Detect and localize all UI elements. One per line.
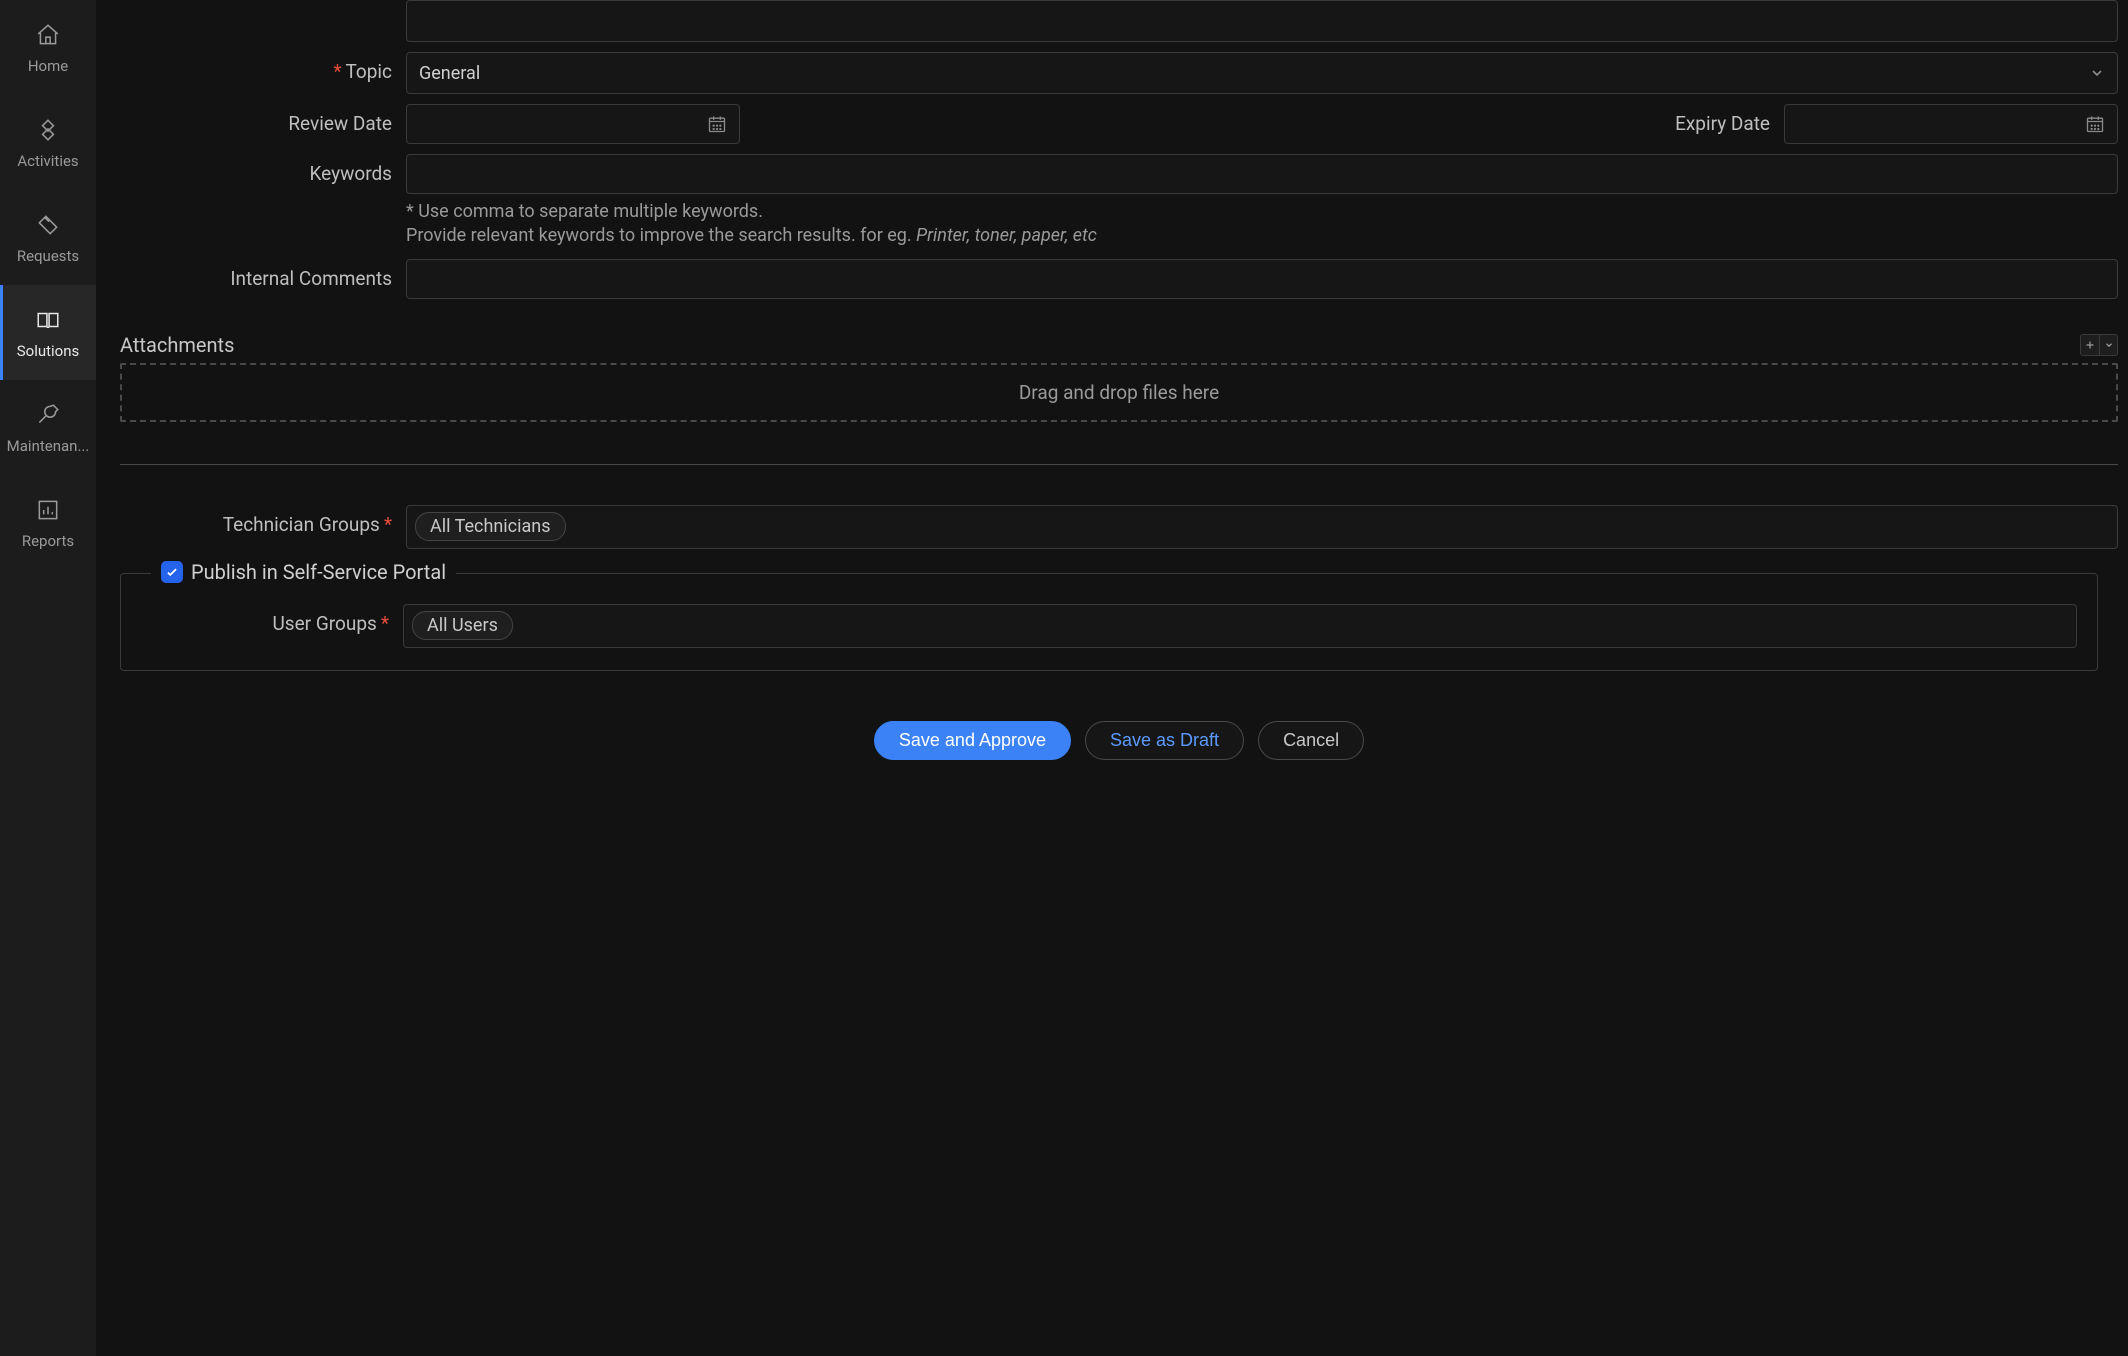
attachments-title: Attachments [120, 333, 234, 357]
cancel-button[interactable]: Cancel [1258, 721, 1364, 760]
form-footer: Save and Approve Save as Draft Cancel [120, 721, 2118, 760]
reports-icon [34, 496, 62, 524]
nav-requests-label: Requests [17, 247, 79, 265]
user-group-chip[interactable]: All Users [412, 611, 513, 640]
main-content: *Topic General Review Date [96, 0, 2128, 1356]
publish-legend[interactable]: Publish in Self-Service Portal [151, 560, 456, 584]
keywords-label: Keywords [120, 154, 406, 185]
chevron-down-icon [2089, 65, 2105, 81]
publish-label: Publish in Self-Service Portal [191, 560, 446, 584]
technician-groups-label: Technician Groups* [120, 505, 406, 536]
publish-fieldset: Publish in Self-Service Portal User Grou… [120, 573, 2098, 671]
internal-comments-label: Internal Comments [120, 259, 406, 290]
nav-solutions-label: Solutions [17, 342, 80, 360]
nav-reports[interactable]: Reports [0, 475, 96, 570]
home-icon [34, 21, 62, 49]
review-date-label: Review Date [120, 104, 406, 135]
user-groups-input[interactable]: All Users [403, 604, 2077, 648]
nav-maintenance-label: Maintenan... [7, 437, 90, 455]
calendar-icon [707, 114, 727, 134]
publish-checkbox[interactable] [161, 561, 183, 583]
user-groups-label: User Groups* [141, 604, 403, 635]
technician-group-chip[interactable]: All Technicians [415, 512, 566, 541]
review-date-input[interactable] [406, 104, 740, 144]
nav-solutions[interactable]: Solutions [0, 285, 96, 380]
save-approve-button[interactable]: Save and Approve [874, 721, 1071, 760]
nav-requests[interactable]: Requests [0, 190, 96, 285]
topic-select[interactable]: General [406, 52, 2118, 94]
section-divider [120, 464, 2118, 465]
nav-activities[interactable]: Activities [0, 95, 96, 190]
nav-reports-label: Reports [22, 532, 74, 550]
attachment-dropdown-button[interactable] [2099, 335, 2117, 355]
topic-value: General [419, 63, 480, 84]
add-attachment-button[interactable] [2081, 335, 2099, 355]
solutions-icon [34, 306, 62, 334]
expiry-date-label: Expiry Date [1119, 104, 1784, 135]
nav-maintenance[interactable]: Maintenan... [0, 380, 96, 475]
technician-groups-input[interactable]: All Technicians [406, 505, 2118, 549]
keywords-input[interactable] [406, 154, 2118, 194]
requests-icon [34, 211, 62, 239]
sidebar: Home Activities Requests Solutions Maint… [0, 0, 96, 1356]
save-draft-button[interactable]: Save as Draft [1085, 721, 1244, 760]
attachments-dropzone[interactable]: Drag and drop files here [120, 363, 2118, 422]
expiry-date-input[interactable] [1784, 104, 2118, 144]
calendar-icon [2085, 114, 2105, 134]
description-field-partial[interactable] [406, 0, 2118, 42]
topic-label: *Topic [120, 52, 406, 83]
internal-comments-input[interactable] [406, 259, 2118, 299]
nav-home[interactable]: Home [0, 0, 96, 95]
nav-home-label: Home [28, 57, 68, 75]
maintenance-icon [34, 401, 62, 429]
activities-icon [34, 116, 62, 144]
keywords-help: * Use comma to separate multiple keyword… [406, 200, 2118, 249]
nav-activities-label: Activities [17, 152, 78, 170]
attachments-actions [2080, 334, 2118, 356]
